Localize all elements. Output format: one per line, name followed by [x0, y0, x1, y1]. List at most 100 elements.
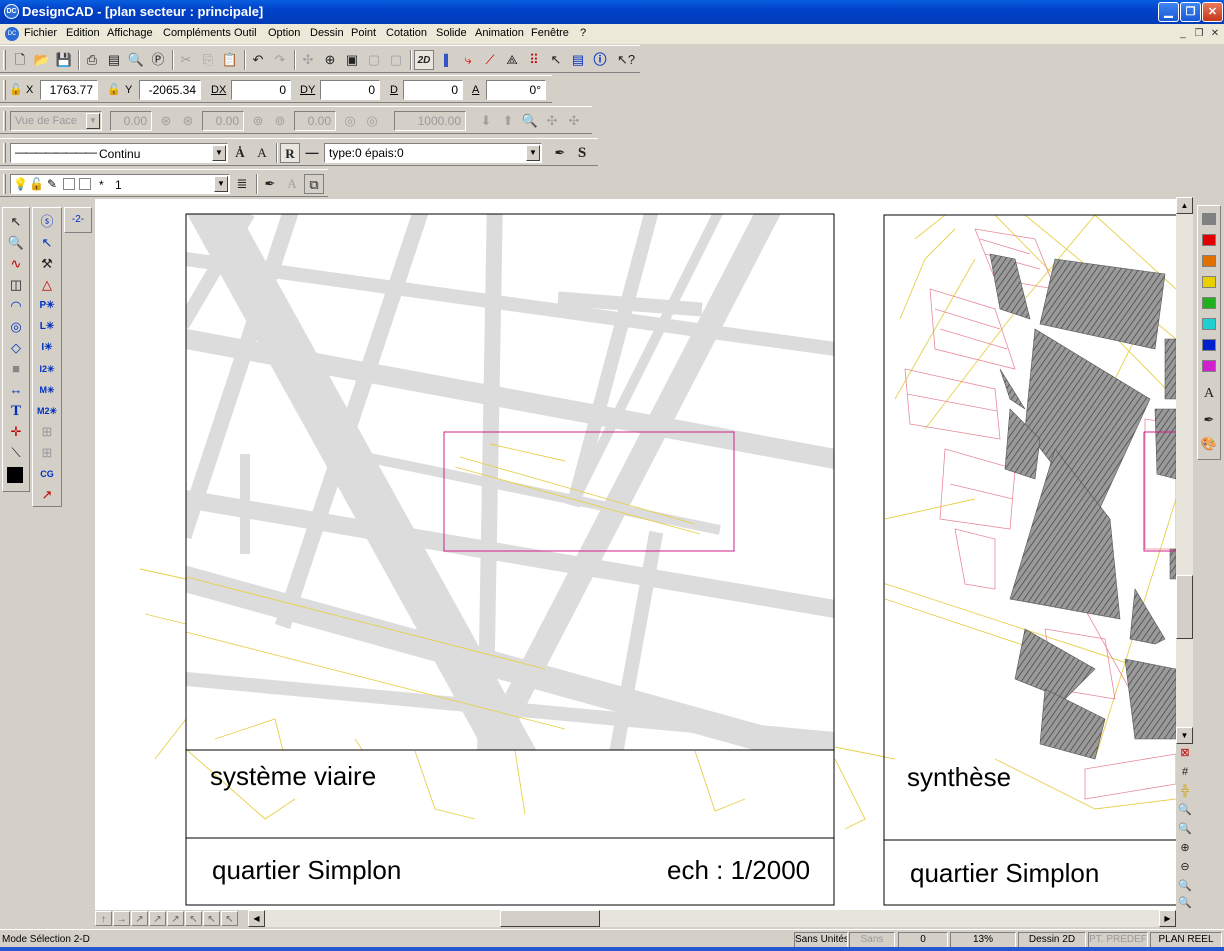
preview-icon[interactable]: 🔍 [126, 50, 146, 70]
insert-icon[interactable]: ⊕ [320, 50, 340, 70]
line-point-icon[interactable]: ⟋ [480, 50, 500, 70]
toolbar-grip[interactable] [3, 143, 6, 163]
snap-p-icon[interactable]: P✳ [36, 296, 58, 316]
zoom-all-icon[interactable]: 🔍 [1177, 821, 1193, 838]
snap-m2-icon[interactable]: M2✳ [36, 401, 58, 421]
menu-point[interactable]: Point [351, 27, 376, 39]
paint-palette-icon[interactable]: 🎨 [1198, 434, 1220, 454]
view-value-1[interactable]: 0.00 [110, 111, 152, 131]
dir-150-icon[interactable]: ↖ [221, 911, 238, 926]
fill-icon[interactable]: ■ [5, 359, 27, 379]
swatch-orange[interactable] [1202, 255, 1216, 267]
snap-grid2-icon[interactable]: ⊞ [36, 443, 58, 463]
layer-tool-icon[interactable]: -2- [67, 210, 89, 230]
minimize-button[interactable]: ▁ [1158, 2, 1179, 22]
dir-45-icon[interactable]: ↗ [149, 911, 166, 926]
menu-outil[interactable]: Outil [234, 27, 257, 39]
select-points-icon[interactable]: ⠿ [524, 50, 544, 70]
scroll-up-arrow-icon[interactable]: ▲ [1176, 197, 1193, 214]
status-zoom[interactable]: 13% [950, 932, 1016, 948]
snap-tool-icon[interactable]: ⚒ [36, 254, 58, 274]
mdi-restore-button[interactable]: ❐ [1192, 28, 1206, 40]
box-icon[interactable]: ◫ [5, 275, 27, 295]
text-style-icon[interactable]: Ȧ [230, 143, 250, 163]
snap-grid-yellow-icon[interactable]: ╬ [1177, 783, 1193, 800]
toolbar-grip[interactable] [3, 50, 6, 70]
menu-affichage[interactable]: Affichage [107, 27, 153, 39]
document-icon[interactable]: DC [5, 27, 19, 41]
view2-icon[interactable]: ▢ [386, 50, 406, 70]
copy-layer-icon[interactable]: ⧉ [304, 174, 324, 194]
view-select[interactable]: Vue de Face ▼ [10, 111, 102, 131]
zoom-disabled-icon[interactable]: 🔍 [1177, 895, 1193, 912]
zoom-previous-icon[interactable]: 🔍 [1177, 878, 1193, 895]
grid-icon[interactable]: # [1177, 764, 1193, 781]
tilt-icon[interactable]: ⊚ [248, 111, 268, 131]
view-value-2[interactable]: 0.00 [202, 111, 244, 131]
snap-i-icon[interactable]: I✳ [36, 338, 58, 358]
menu-cotation[interactable]: Cotation [386, 27, 427, 39]
drawing-canvas[interactable]: système viaire quartier Simplon ech : 1/… [95, 199, 1176, 911]
swatch-magenta[interactable] [1202, 360, 1216, 372]
pen-style-icon[interactable]: ✒ [550, 143, 570, 163]
menu-fichier[interactable]: Fichier [24, 27, 57, 39]
polygon-icon[interactable]: ◇ [5, 338, 27, 358]
snap-cg-icon[interactable]: CG [36, 464, 58, 484]
status-sans[interactable]: Sans [849, 932, 895, 948]
pan-icon[interactable]: ✣ [542, 111, 562, 131]
line-icon[interactable]: ⟍ [5, 443, 27, 463]
zoom-window-icon[interactable]: 🔍 [1177, 802, 1193, 819]
redo-icon[interactable]: ↷ [270, 50, 290, 70]
d-field[interactable]: 0 [403, 80, 463, 100]
swatch-red[interactable] [1202, 234, 1216, 246]
zoom-out-icon[interactable]: ⊖ [1177, 859, 1193, 876]
close-button[interactable]: ✕ [1202, 2, 1223, 22]
undo-icon[interactable]: ↶ [248, 50, 268, 70]
menu-fenetre[interactable]: Fenêtre [531, 27, 569, 39]
dir-30-icon[interactable]: ↗ [131, 911, 148, 926]
line-weight-icon[interactable]: — [302, 143, 322, 163]
snap-shape-icon[interactable]: △ [36, 275, 58, 295]
s-button[interactable]: S [572, 143, 592, 163]
zoom-icon[interactable]: 🔍 [5, 233, 27, 253]
save-icon[interactable]: 💾 [54, 50, 74, 70]
copy-icon[interactable]: ⎘ [198, 50, 218, 70]
swatch-yellow[interactable] [1202, 276, 1216, 288]
menu-solide[interactable]: Solide [436, 27, 467, 39]
save-view-icon[interactable]: ▣ [342, 50, 362, 70]
r-toggle-button[interactable]: R [280, 143, 300, 163]
new-icon[interactable]: 🗋 [10, 50, 30, 70]
y-coordinate-field[interactable]: -2065.34 [139, 80, 201, 100]
cut-icon[interactable]: ✂ [176, 50, 196, 70]
dimension-icon[interactable]: ↔ [5, 380, 27, 400]
vertical-scrollbar[interactable]: ▲ ▼ [1176, 197, 1193, 744]
snap-grid-icon[interactable]: ⊞ [36, 422, 58, 442]
color-icon[interactable] [7, 467, 23, 483]
status-units[interactable]: Sans Unités [794, 932, 848, 948]
snap-curve-icon[interactable]: ↗ [36, 485, 58, 505]
status-dessin[interactable]: Dessin 2D [1018, 932, 1086, 948]
snap-m-icon[interactable]: M✳ [36, 380, 58, 400]
dir-right-icon[interactable]: → [113, 911, 130, 926]
move-down-icon[interactable]: ⬇ [476, 111, 496, 131]
dir-up-icon[interactable]: ↑ [95, 911, 112, 926]
open-icon[interactable]: 📂 [32, 50, 52, 70]
layers-icon[interactable]: ≣ [232, 174, 252, 194]
snap-circle-icon[interactable]: ⓢ [36, 212, 58, 232]
vertical-scroll-thumb[interactable] [1176, 575, 1193, 639]
maximize-button[interactable]: ❐ [1180, 2, 1201, 22]
pen-color-icon[interactable]: ✒ [1198, 410, 1220, 430]
rotate-icon[interactable]: ⊛ [156, 111, 176, 131]
menu-edition[interactable]: Edition [66, 27, 100, 39]
cursor-point-icon[interactable]: ↖ [546, 50, 566, 70]
font-a-button[interactable]: A [252, 143, 272, 163]
mode-2d-icon[interactable]: 2D [414, 50, 434, 70]
swatch-blue[interactable] [1202, 339, 1216, 351]
view-distance-field[interactable]: 1000.00 [394, 111, 466, 131]
menu-complements[interactable]: Compléments [163, 27, 231, 39]
paste-icon[interactable]: 📋 [220, 50, 240, 70]
point-icon[interactable]: ✛ [5, 422, 27, 442]
parallel-icon[interactable]: ∥ [436, 50, 456, 70]
menu-help[interactable]: ? [580, 27, 586, 39]
x-coordinate-field[interactable]: 1763.77 [40, 80, 98, 100]
